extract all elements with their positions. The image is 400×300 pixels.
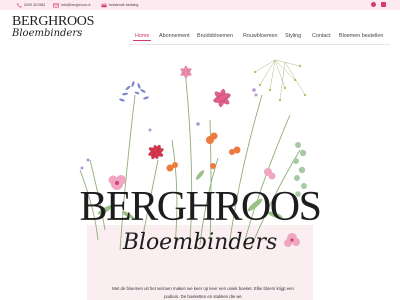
phone-number: 0299 421983: [24, 3, 45, 7]
nav-abonnement[interactable]: Abonnement: [159, 30, 190, 42]
instagram-icon[interactable]: [381, 2, 386, 7]
nav-styling[interactable]: Styling: [285, 30, 301, 42]
email-address: info@berghroos.nl: [61, 3, 91, 7]
top-bar: 0299 421983 info@berghroos.nl betalende …: [0, 0, 400, 10]
flower-illustration: [79, 59, 307, 251]
intro-text: Met de bloemen uit het seizoen maken we …: [112, 286, 294, 299]
card-icon: [101, 3, 107, 8]
hero-brand-title: BERGHROOS: [79, 184, 322, 230]
email-contact[interactable]: info@berghroos.nl: [53, 0, 90, 10]
mail-icon: [53, 3, 59, 8]
nav-rouwbloemen[interactable]: Rouwbloemen: [243, 30, 277, 42]
main-nav: Home Abonnement Bruidsbloemen Rouwbloeme…: [0, 30, 400, 42]
nav-bloemen-bestellen[interactable]: Bloemen bestellen: [339, 30, 383, 42]
phone-contact[interactable]: 0299 421983: [16, 0, 45, 10]
payment-text: betalende betaling: [109, 3, 139, 7]
nav-divider: [129, 44, 390, 45]
nav-bruidsbloemen[interactable]: Bruidsbloemen: [197, 30, 233, 42]
active-nav-indicator: [133, 40, 151, 41]
facebook-icon[interactable]: [371, 2, 376, 7]
payment-info[interactable]: betalende betaling: [101, 0, 138, 10]
nav-contact[interactable]: Contact: [312, 30, 331, 42]
hero-brand-script: Bloembinders: [122, 230, 278, 255]
phone-icon: [16, 3, 22, 8]
